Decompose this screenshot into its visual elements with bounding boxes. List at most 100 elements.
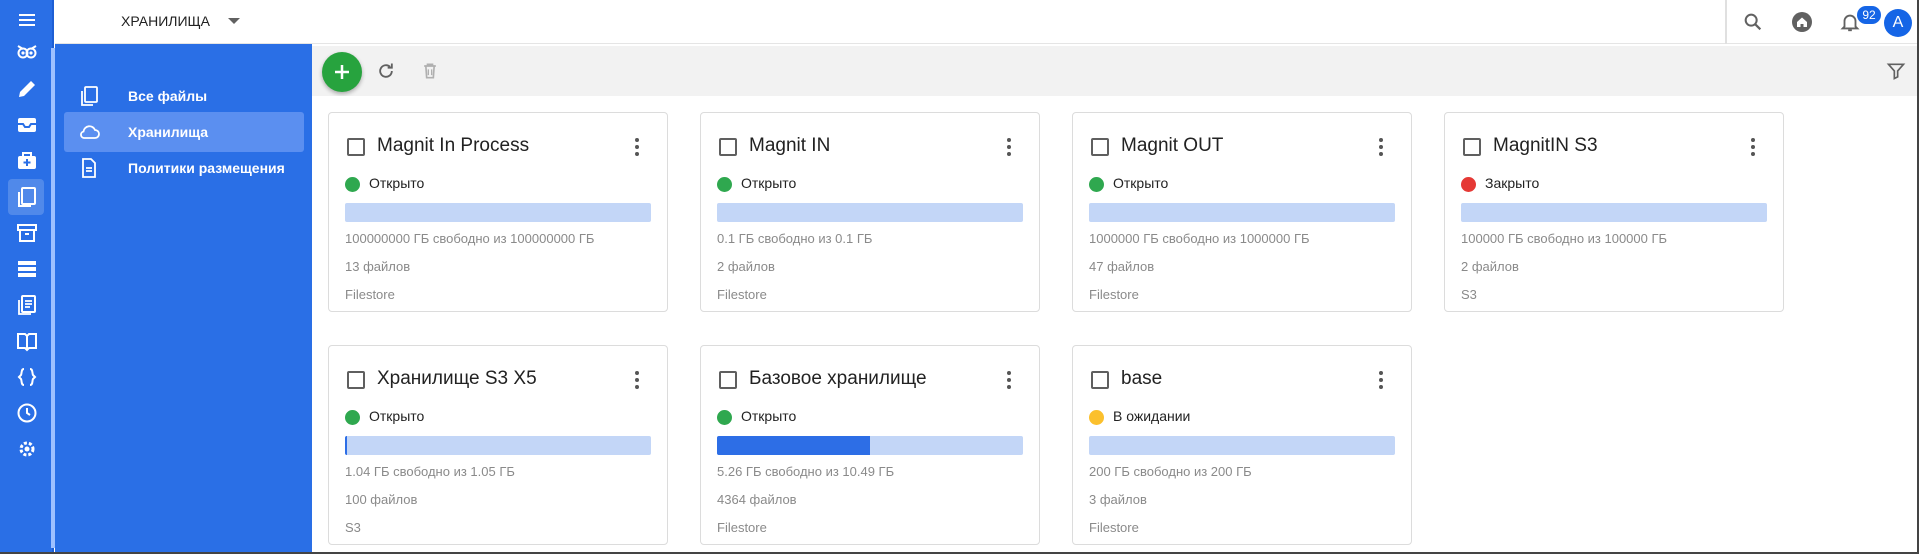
storage-type-text: Filestore [345,287,395,302]
card-checkbox[interactable] [719,371,737,389]
chevron-down-icon [227,18,240,24]
search-icon[interactable] [1741,10,1765,34]
more-vert-icon[interactable] [999,368,1019,392]
file-count-text: 47 файлов [1089,259,1155,274]
status-label: Открыто [369,408,425,424]
add-storage-button[interactable] [322,52,362,92]
free-space-text: 200 ГБ свободно из 200 ГБ [1089,464,1252,479]
usage-bar-fill [345,436,347,455]
file-count-text: 4364 файлов [717,492,797,507]
storage-type-text: S3 [1461,287,1477,302]
storage-card[interactable]: base В ожидании 200 ГБ свободно из 200 ГБ 3… [1072,345,1412,545]
inbox-icon[interactable] [0,105,54,145]
avatar[interactable]: A [1884,9,1912,37]
more-vert-icon[interactable] [1743,135,1763,159]
sidebar-panel: Все файлы Хранилища Политики размещения [55,44,312,554]
card-title[interactable]: MagnitIN S3 [1493,135,1598,157]
code-braces-icon[interactable] [0,357,54,397]
plus-icon [335,65,349,79]
status-label: Открыто [1113,175,1169,191]
sidebar-item-label: Политики размещения [128,160,285,176]
document-list-icon[interactable] [0,285,54,325]
more-vert-icon[interactable] [627,368,647,392]
card-title[interactable]: Magnit OUT [1121,135,1223,157]
files-icon[interactable] [0,177,54,217]
usage-bar [1089,436,1395,455]
status-label: В ожидании [1113,408,1191,424]
filter-icon[interactable] [1884,59,1908,83]
storage-card[interactable]: Magnit OUT Открыто 1000000 ГБ свободно из … [1072,112,1412,312]
file-count-text: 3 файлов [1089,492,1147,507]
status-label: Открыто [741,408,797,424]
files-icon [75,82,103,110]
card-checkbox[interactable] [1091,138,1109,156]
card-checkbox[interactable] [347,138,365,156]
storage-card[interactable]: MagnitIN S3 Закрыто 100000 ГБ свободно из … [1444,112,1784,312]
file-count-text: 2 файлов [717,259,775,274]
app-rail [0,0,55,554]
free-space-text: 1.04 ГБ свободно из 1.05 ГБ [345,464,515,479]
card-title[interactable]: Magnit IN [749,135,830,157]
delete-icon[interactable] [418,59,442,83]
breadcrumb-dropdown[interactable]: ХРАНИЛИЩА [121,13,240,29]
owl-logo-icon[interactable] [0,33,54,73]
card-title[interactable]: Базовое хранилище [749,368,927,390]
storage-card[interactable]: Хранилище S3 X5 Открыто 1.04 ГБ свободно и… [328,345,668,545]
storage-grid: Magnit In Process Открыто 100000000 ГБ сво… [312,96,1919,554]
storage-icon[interactable] [0,249,54,289]
toolbar [312,46,1919,96]
sidebar-item-placement-policies[interactable]: Политики размещения [64,148,304,188]
more-vert-icon[interactable] [627,135,647,159]
more-vert-icon[interactable] [1371,368,1391,392]
file-count-text: 13 файлов [345,259,411,274]
storage-card[interactable]: Базовое хранилище Открыто 5.26 ГБ свободно… [700,345,1040,545]
status-dot [717,177,732,192]
clock-icon[interactable] [0,393,54,433]
status-dot [345,410,360,425]
free-space-text: 5.26 ГБ свободно из 10.49 ГБ [717,464,895,479]
card-title[interactable]: Magnit In Process [377,135,529,157]
book-icon[interactable] [0,321,54,361]
card-title[interactable]: base [1121,368,1162,390]
archive-icon[interactable] [0,213,54,253]
breadcrumb-label: ХРАНИЛИЩА [121,13,210,29]
storage-type-text: Filestore [717,287,767,302]
settings-icon[interactable] [0,429,54,469]
status-dot [345,177,360,192]
more-vert-icon[interactable] [1371,135,1391,159]
edit-icon[interactable] [0,69,54,109]
storage-type-text: Filestore [1089,287,1139,302]
usage-bar [717,436,1023,455]
home-icon[interactable] [1790,10,1814,34]
sidebar-item-label: Хранилища [128,124,209,140]
status-label: Закрыто [1485,175,1540,191]
document-icon [75,154,103,182]
usage-bar [1461,203,1767,222]
status-dot [1089,410,1104,425]
card-checkbox[interactable] [1463,138,1481,156]
refresh-icon[interactable] [374,59,398,83]
usage-bar [1089,203,1395,222]
storage-type-text: S3 [345,520,361,535]
file-count-text: 2 файлов [1461,259,1519,274]
card-checkbox[interactable] [719,138,737,156]
usage-bar [345,203,651,222]
storage-card[interactable]: Magnit In Process Открыто 100000000 ГБ сво… [328,112,668,312]
more-vert-icon[interactable] [999,135,1019,159]
free-space-text: 0.1 ГБ свободно из 0.1 ГБ [717,231,873,246]
storage-type-text: Filestore [717,520,767,535]
free-space-text: 100000000 ГБ свободно из 100000000 ГБ [345,231,595,246]
sidebar-item-storages[interactable]: Хранилища [64,112,304,152]
card-checkbox[interactable] [347,371,365,389]
card-title[interactable]: Хранилище S3 X5 [377,368,537,390]
status-dot [1461,177,1476,192]
card-checkbox[interactable] [1091,371,1109,389]
storage-card[interactable]: Magnit IN Открыто 0.1 ГБ свободно из 0.1 Г… [700,112,1040,312]
usage-bar [345,436,651,455]
medical-bag-icon[interactable] [0,141,54,181]
status-label: Открыто [741,175,797,191]
sidebar-item-all-files[interactable]: Все файлы [64,76,304,116]
cloud-icon [75,118,103,146]
sidebar-item-label: Все файлы [128,88,208,104]
free-space-text: 1000000 ГБ свободно из 1000000 ГБ [1089,231,1310,246]
